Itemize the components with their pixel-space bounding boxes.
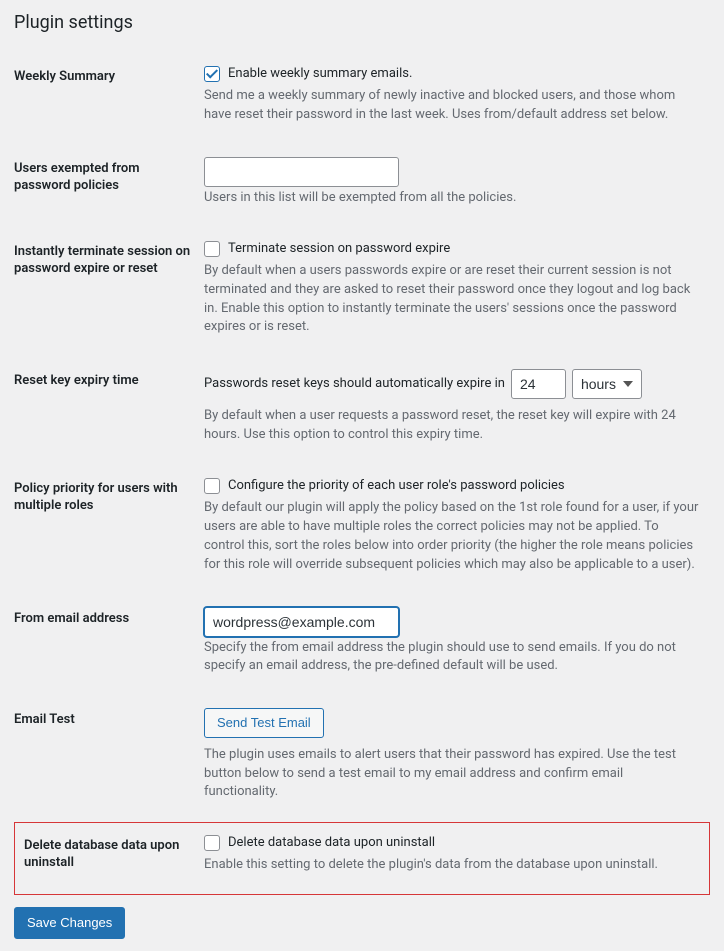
row-email-test: Email Test Send Test Email The plugin us… — [14, 696, 710, 822]
checkbox-label-terminate-session: Terminate session on password expire — [228, 240, 450, 258]
desc-exempted-users: Users in this list will be exempted from… — [204, 189, 700, 208]
checkbox-label-delete-data: Delete database data upon uninstall — [228, 834, 435, 852]
label-exempted-users: Users exempted from password policies — [14, 145, 204, 228]
desc-delete-data: Enable this setting to delete the plugin… — [204, 856, 700, 875]
save-changes-button[interactable]: Save Changes — [14, 907, 125, 939]
row-reset-key: Reset key expiry time Passwords reset ke… — [14, 357, 710, 465]
desc-policy-priority: By default our plugin will apply the pol… — [204, 499, 700, 574]
checkbox-weekly-summary[interactable] — [204, 66, 220, 82]
desc-from-email: Specify the from email address the plugi… — [204, 639, 700, 677]
desc-weekly-summary: Send me a weekly summary of newly inacti… — [204, 87, 700, 125]
settings-form: Weekly Summary Enable weekly summary ema… — [14, 53, 710, 895]
checkbox-label-policy-priority: Configure the priority of each user role… — [228, 477, 565, 495]
row-exempted-users: Users exempted from password policies Us… — [14, 145, 710, 228]
desc-reset-key: By default when a user requests a passwo… — [204, 407, 700, 445]
page-title: Plugin settings — [14, 12, 710, 33]
checkbox-delete-data[interactable] — [204, 835, 220, 851]
label-weekly-summary: Weekly Summary — [14, 53, 204, 145]
input-reset-key-value[interactable] — [511, 369, 566, 399]
desc-terminate-session: By default when a users passwords expire… — [204, 262, 700, 337]
row-policy-priority: Policy priority for users with multiple … — [14, 465, 710, 595]
input-exempted-users[interactable] — [204, 157, 399, 187]
label-policy-priority: Policy priority for users with multiple … — [14, 465, 204, 595]
label-terminate-session: Instantly terminate session on password … — [14, 228, 204, 358]
checkbox-policy-priority[interactable] — [204, 478, 220, 494]
label-reset-key: Reset key expiry time — [14, 357, 204, 465]
input-from-email[interactable] — [204, 607, 399, 637]
checkbox-label-weekly-summary: Enable weekly summary emails. — [228, 65, 412, 83]
label-email-test: Email Test — [14, 696, 204, 822]
select-reset-key-unit[interactable]: hours — [572, 369, 642, 399]
send-test-email-button[interactable]: Send Test Email — [204, 708, 324, 738]
reset-key-prefix-text: Passwords reset keys should automaticall… — [204, 375, 505, 393]
desc-email-test: The plugin uses emails to alert users th… — [204, 746, 700, 803]
label-from-email: From email address — [14, 595, 204, 697]
row-terminate-session: Instantly terminate session on password … — [14, 228, 710, 358]
checkbox-terminate-session[interactable] — [204, 241, 220, 257]
row-from-email: From email address Specify the from emai… — [14, 595, 710, 697]
row-delete-data: Delete database data upon uninstall Dele… — [14, 822, 710, 895]
label-delete-data: Delete database data upon uninstall — [14, 822, 204, 895]
row-weekly-summary: Weekly Summary Enable weekly summary ema… — [14, 53, 710, 145]
